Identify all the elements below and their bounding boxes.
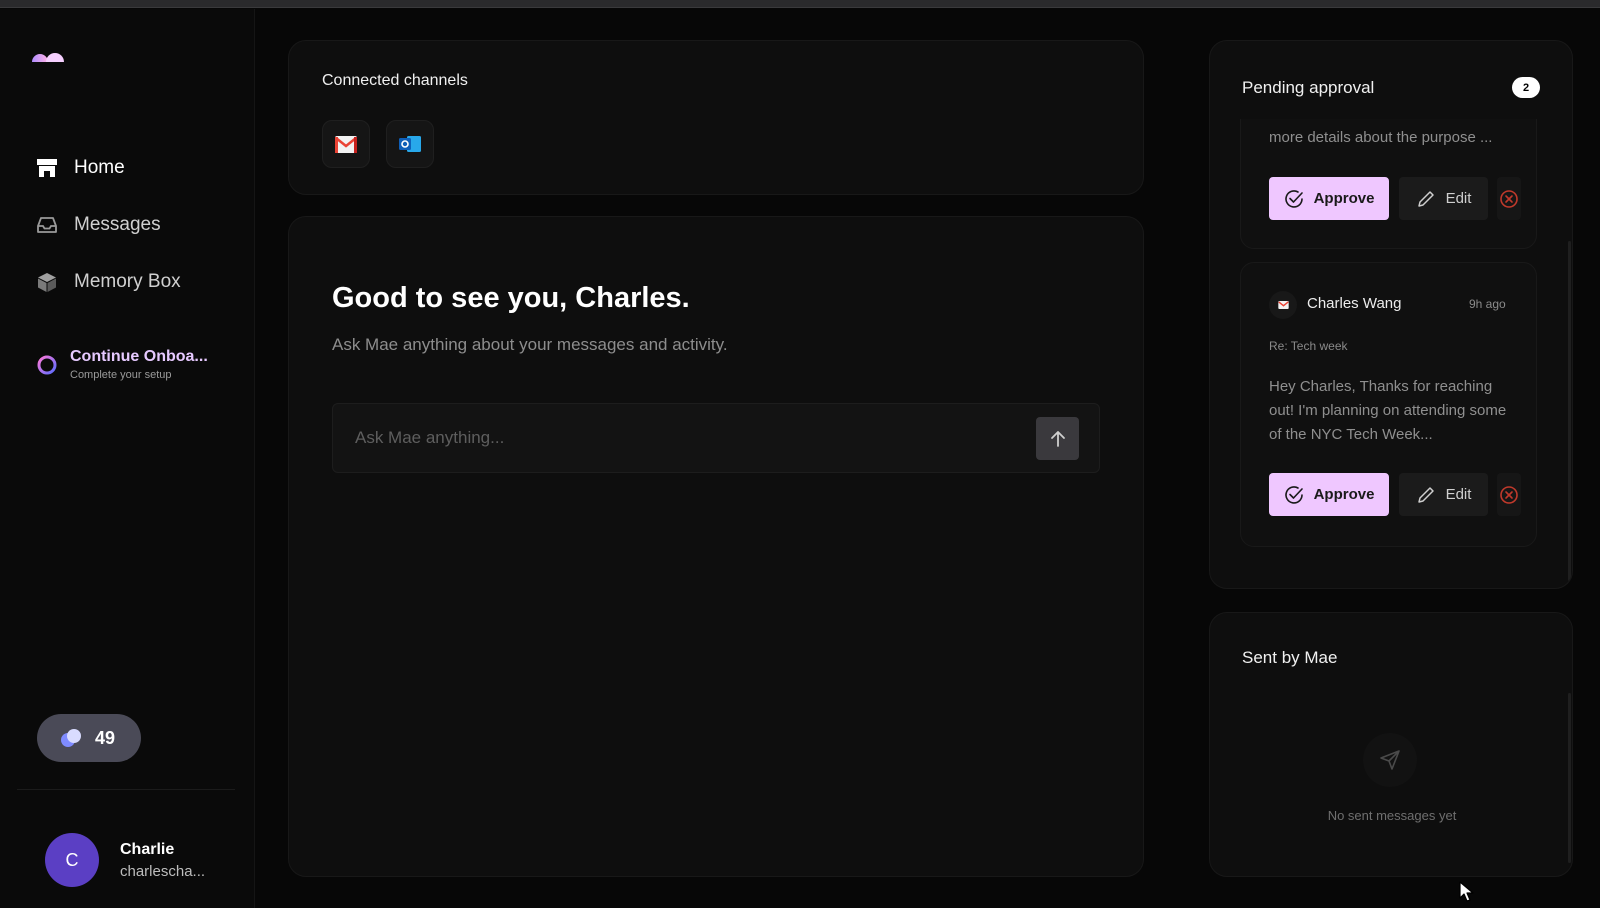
ask-box [332, 403, 1100, 473]
approve-button[interactable]: Approve [1269, 177, 1389, 220]
ask-input[interactable] [355, 404, 1035, 472]
greeting-heading: Good to see you, Charles. [332, 282, 690, 314]
sender-name: Charles Wang [1307, 295, 1402, 312]
pending-message-list[interactable]: more details about the purpose ... Appro… [1240, 119, 1540, 588]
close-circle-icon [1500, 485, 1518, 504]
pending-scrollbar[interactable] [1568, 241, 1571, 581]
connected-channels-title: Connected channels [322, 72, 468, 89]
sidebar-item-label: Memory Box [74, 271, 181, 292]
chat-card: Good to see you, Charles. Ask Mae anythi… [288, 216, 1144, 877]
edit-button[interactable]: Edit [1399, 473, 1488, 516]
check-circle-icon [1284, 485, 1303, 504]
onboarding-subtitle: Complete your setup [70, 369, 172, 381]
sidebar-item-label: Home [74, 157, 125, 178]
progress-ring-icon [37, 355, 57, 374]
gmail-icon [335, 135, 357, 153]
message-preview: Hey Charles, Thanks for reaching out! I'… [1269, 378, 1507, 443]
message-preview: more details about the purpose ... [1269, 129, 1493, 146]
message-subject: Re: Tech week [1269, 339, 1348, 353]
approve-button[interactable]: Approve [1269, 473, 1389, 516]
message-time: 9h ago [1469, 297, 1506, 311]
inbox-icon [37, 217, 57, 233]
gmail-icon [1277, 301, 1289, 309]
sender-channel-icon [1269, 291, 1297, 319]
avatar: C [45, 833, 99, 887]
credits-count: 49 [95, 727, 116, 748]
send-button[interactable] [1036, 417, 1079, 460]
gmail-channel-button[interactable] [322, 120, 370, 168]
sidebar-item-messages[interactable]: Messages [36, 210, 161, 240]
edit-label: Edit [1445, 486, 1472, 503]
empty-state-icon [1363, 733, 1417, 787]
pencil-icon [1417, 486, 1434, 503]
outlook-icon [399, 136, 421, 152]
sent-by-mae-title: Sent by Mae [1242, 648, 1338, 667]
user-email: charlescha... [120, 862, 206, 880]
credits-icon [61, 729, 81, 747]
avatar-initial: C [65, 849, 79, 870]
check-circle-icon [1284, 189, 1303, 208]
user-profile[interactable]: C Charlie charlescha... [45, 833, 205, 887]
send-plane-icon [1380, 750, 1400, 770]
sent-scrollbar[interactable] [1568, 693, 1571, 863]
reject-button[interactable] [1497, 473, 1521, 516]
sidebar: Home Messages Memory Box Continue Onboa.… [0, 9, 255, 908]
window-top-bar [0, 0, 1600, 8]
sidebar-item-memory-box[interactable]: Memory Box [36, 267, 181, 297]
home-icon [37, 159, 57, 177]
continue-onboarding-link[interactable]: Continue Onboa... Complete your setup [36, 348, 208, 381]
pending-message-card: more details about the purpose ... Appro… [1240, 119, 1537, 249]
approve-label: Approve [1313, 190, 1375, 207]
greeting-subtitle: Ask Mae anything about your messages and… [332, 335, 728, 354]
pending-message-card: Charles Wang 9h ago Re: Tech week Hey Ch… [1240, 262, 1537, 547]
pending-count-badge: 2 [1512, 77, 1540, 98]
close-circle-icon [1500, 189, 1518, 208]
sidebar-divider [17, 789, 235, 790]
mouse-cursor-icon [1459, 881, 1474, 902]
sidebar-item-home[interactable]: Home [36, 153, 125, 183]
pending-approval-title: Pending approval [1242, 78, 1375, 97]
arrow-up-icon [1050, 430, 1065, 447]
pending-approval-card: Pending approval 2 more details about th… [1209, 40, 1573, 589]
connected-channels-card: Connected channels [288, 40, 1144, 195]
edit-label: Edit [1445, 190, 1472, 207]
box-icon [38, 273, 56, 292]
credits-button[interactable]: 49 [37, 714, 141, 762]
approve-label: Approve [1313, 486, 1375, 503]
user-name: Charlie [120, 840, 175, 858]
app-logo[interactable] [31, 50, 65, 70]
onboarding-title: Continue Onboa... [70, 348, 208, 365]
outlook-channel-button[interactable] [386, 120, 434, 168]
edit-button[interactable]: Edit [1399, 177, 1488, 220]
sent-by-mae-card: Sent by Mae No sent messages yet [1209, 612, 1573, 877]
empty-state-text: No sent messages yet [1327, 808, 1457, 823]
sidebar-item-label: Messages [74, 214, 161, 235]
pencil-icon [1417, 190, 1434, 207]
reject-button[interactable] [1497, 177, 1521, 220]
